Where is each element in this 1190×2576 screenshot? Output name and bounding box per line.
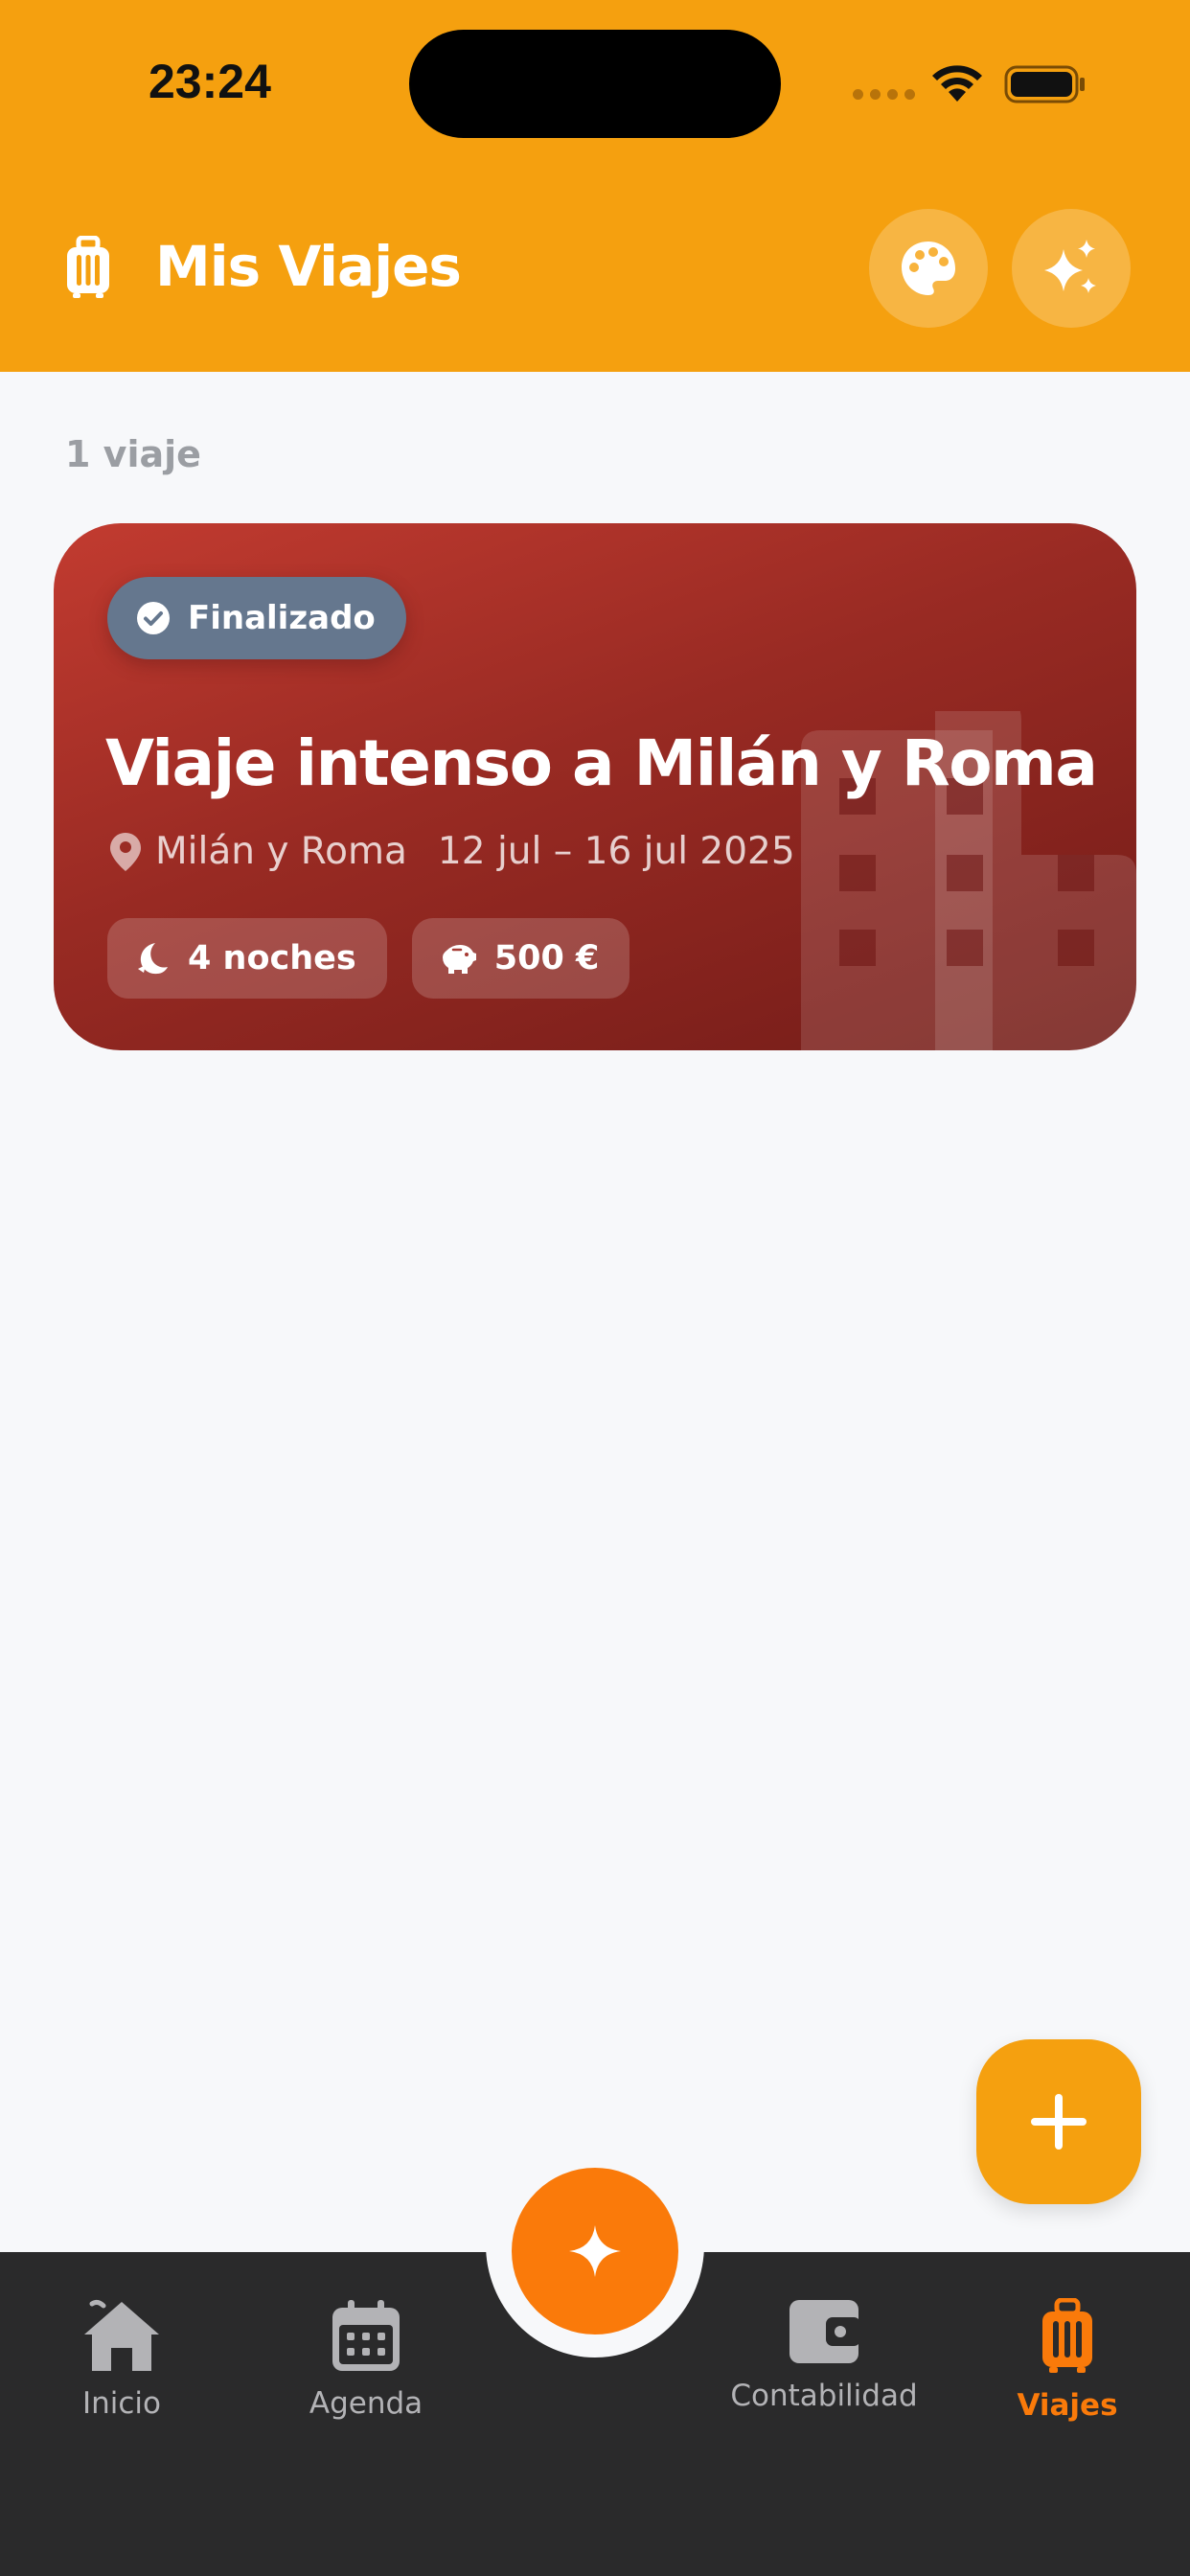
nav-item-viajes[interactable]: Viajes (962, 2298, 1173, 2423)
calendar-icon (332, 2300, 400, 2371)
wallet-icon (790, 2300, 860, 2363)
nights-text: 4 noches (188, 939, 356, 978)
trip-meta: Milán y Roma 12 jul – 16 jul 2025 (109, 830, 795, 873)
budget-chip: 500 € (411, 918, 630, 999)
status-text: Finalizado (188, 599, 376, 637)
cellular-signal-icon (853, 89, 915, 100)
nights-chip: 4 noches (107, 918, 387, 999)
check-circle-icon (137, 602, 170, 634)
trip-chips: 4 noches 500 € (107, 918, 630, 999)
trip-location: Milán y Roma (155, 830, 407, 873)
add-trip-button[interactable] (976, 2039, 1141, 2204)
home-icon (84, 2299, 159, 2371)
luggage-icon (1042, 2298, 1092, 2373)
budget-text: 500 € (493, 939, 600, 978)
moon-icon (138, 943, 168, 975)
palette-button[interactable] (869, 209, 988, 328)
nav-label-inicio: Inicio (81, 2386, 162, 2421)
battery-icon (1004, 65, 1085, 104)
status-time: 23:24 (149, 55, 271, 108)
magic-button[interactable] (1012, 209, 1131, 328)
nav-item-agenda[interactable]: Agenda (261, 2298, 471, 2421)
nav-item-contabilidad[interactable]: Contabilidad (718, 2298, 930, 2413)
trip-title: Viaje intenso a Milán y Roma (105, 726, 1098, 800)
location-pin-icon (110, 832, 141, 871)
luggage-icon (67, 236, 109, 298)
app-header: 23:24 Mis Viajes (0, 0, 1190, 372)
nav-label-agenda: Agenda (309, 2386, 423, 2421)
plus-icon (1031, 2094, 1087, 2150)
nav-label-viajes: Viajes (1017, 2388, 1118, 2423)
dynamic-island (409, 30, 781, 138)
status-badge: Finalizado (107, 577, 406, 659)
page-title: Mis Viajes (155, 234, 462, 299)
nav-label-contabilidad: Contabilidad (730, 2379, 918, 2413)
piggy-bank-icon (442, 945, 476, 974)
trip-dates: 12 jul – 16 jul 2025 (437, 830, 795, 873)
wifi-icon (932, 65, 982, 102)
nav-item-inicio[interactable]: Inicio (16, 2298, 227, 2421)
trip-count: 1 viaje (65, 433, 201, 475)
center-action-button[interactable] (512, 2168, 678, 2334)
palette-icon (902, 242, 955, 295)
sparkles-icon (1044, 240, 1096, 293)
sparkle-icon (569, 2225, 621, 2277)
trip-card[interactable]: Finalizado Viaje intenso a Milán y Roma … (54, 523, 1136, 1050)
